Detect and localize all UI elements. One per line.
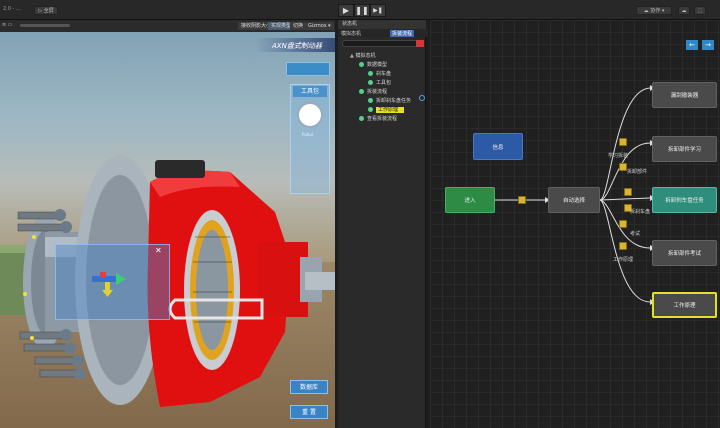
tree-item[interactable]: 数据模型: [359, 61, 387, 69]
pause-icon[interactable]: ❚❚: [354, 4, 370, 17]
play-icon[interactable]: ▶: [338, 4, 354, 17]
edge-label: 拆卸部件: [627, 169, 648, 175]
node-auto-select[interactable]: 自动选择: [548, 187, 600, 213]
tree-item[interactable]: ▲ 模拟态机: [350, 52, 375, 60]
back-icon[interactable]: ←: [686, 40, 698, 50]
state-dot-icon: [368, 98, 373, 103]
tab-toggle[interactable]: 切换: [290, 22, 307, 30]
forward-icon[interactable]: →: [702, 40, 714, 50]
edge-label: 考试: [630, 231, 641, 237]
tree-item-label: 查看拆装流程: [367, 116, 398, 122]
state-dot-icon: [359, 62, 364, 67]
node-n5[interactable]: 工作原理: [652, 292, 717, 318]
tool-icon[interactable]: [297, 102, 323, 128]
tree-item-label: 工作原理: [376, 107, 405, 113]
reset-button[interactable]: 重 置: [290, 405, 328, 419]
search-input[interactable]: [342, 40, 418, 47]
state-graph-canvas[interactable]: ← → 信息 进入 自动选择 漏刮撤装器 拆卸部件学习 拆卸刹车盘任务 拆卸部件…: [430, 20, 720, 428]
axis-gizmo-icon[interactable]: [92, 268, 128, 298]
node-n3[interactable]: 拆卸刹车盘任务: [652, 187, 717, 213]
tree-item-label: 拆装流程: [367, 89, 388, 95]
node-enter[interactable]: 进入: [445, 187, 495, 213]
transition-condition-icon[interactable]: [624, 188, 632, 196]
edge-label: 工作原理: [613, 257, 634, 263]
cloud-icon[interactable]: ☁: [678, 6, 690, 15]
toolbox-caption: Puhui: [302, 132, 314, 137]
tree-item-label: 刹车盘: [376, 71, 392, 77]
node-n1[interactable]: 漏刮撤装器: [652, 82, 717, 108]
clear-search-icon[interactable]: [416, 40, 424, 47]
breadcrumb-item-root[interactable]: 模拟态机: [341, 30, 361, 37]
state-dot-icon: [359, 89, 364, 94]
transition-condition-icon[interactable]: [518, 196, 526, 204]
transition-condition-icon[interactable]: [619, 220, 627, 228]
brake-model-render: [0, 155, 335, 428]
tab-state-machine[interactable]: 状态机: [338, 20, 426, 29]
scale-slider[interactable]: [20, 24, 70, 27]
transition-condition-icon[interactable]: [619, 138, 627, 146]
state-dot-icon: [368, 80, 373, 85]
toolbox-panel: [290, 84, 330, 194]
tree-item[interactable]: 拆卸刹车盘任务: [368, 97, 411, 105]
state-dot-icon: [368, 71, 373, 76]
node-n4[interactable]: 拆卸部件考试: [652, 240, 717, 266]
gizmos-dropdown[interactable]: Gizmos ▾: [305, 22, 334, 30]
scene-mode-icons[interactable]: ≡ ▭: [2, 22, 13, 28]
tree-item-label: 拆卸刹车盘任务: [376, 98, 412, 104]
tree-item[interactable]: 拆装流程: [359, 88, 387, 96]
account-icon[interactable]: ⬚: [694, 6, 706, 15]
scene-view[interactable]: ≡ ▭ 接收阴影大小 实现类型 切换 Gizmos ▾ AXN盘式制动器 ✕ 工…: [0, 20, 335, 428]
app-title: 2.0 - ...: [3, 6, 21, 12]
collab-button[interactable]: ☁ 协作 ▾: [636, 6, 672, 15]
step-icon[interactable]: ▶❚: [370, 4, 386, 17]
node-n2[interactable]: 拆卸部件学习: [652, 136, 717, 162]
tree-item[interactable]: 工作原理: [368, 106, 405, 114]
transition-condition-icon[interactable]: [619, 163, 627, 171]
add-state-icon[interactable]: [419, 95, 425, 101]
tree-item[interactable]: 刹车盘: [368, 70, 391, 78]
state-dot-icon: [359, 116, 364, 121]
edge-label: 拆刹车盘: [630, 209, 651, 215]
main-toolbar: 2.0 - ... ▷ 全屏 ▶ ❚❚ ▶❚ ☁ 协作 ▾ ☁ ⬚: [0, 0, 720, 20]
tree-item[interactable]: 查看拆装流程: [359, 115, 397, 123]
transition-condition-icon[interactable]: [619, 242, 627, 250]
state-dot-icon: [368, 107, 373, 112]
state-machine-hierarchy: 状态机 模拟态机 拆装流程 ▲ 模拟态机 数据模型 刹车盘 工具包 拆装流程 拆卸刹车盘任…: [338, 20, 428, 428]
database-button[interactable]: 数据库: [290, 380, 328, 394]
scene-top-right-button[interactable]: [286, 62, 330, 76]
tree-item[interactable]: 工具包: [368, 79, 391, 87]
tree-item-label: 模拟态机: [355, 53, 376, 59]
toolbox-title: 工具包: [293, 86, 327, 97]
fullscreen-button[interactable]: ▷ 全屏: [34, 6, 58, 15]
breadcrumb-item-current[interactable]: 拆装流程: [390, 30, 415, 37]
tree-item-label: 数据模型: [367, 62, 388, 68]
edge-label: 学习拆装: [608, 153, 629, 159]
close-icon[interactable]: ✕: [155, 246, 162, 255]
tree-item-label: 工具包: [376, 80, 392, 86]
node-info[interactable]: 信息: [473, 133, 523, 160]
